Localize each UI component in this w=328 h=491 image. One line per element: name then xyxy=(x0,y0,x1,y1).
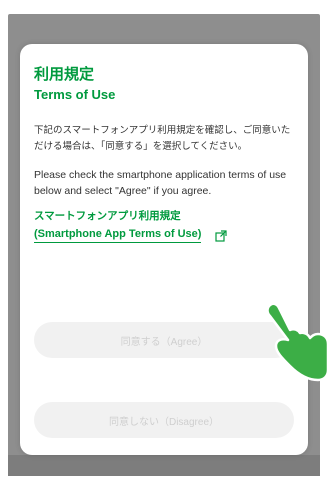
hand-pointer-icon xyxy=(262,300,328,388)
external-link-icon[interactable] xyxy=(215,229,228,242)
terms-dialog: 利用規定 Terms of Use 下記のスマートフォンアプリ利用規定を確認し、… xyxy=(20,44,308,455)
terms-link-en[interactable]: (Smartphone App Terms of Use) xyxy=(34,226,202,243)
terms-link-ja[interactable]: スマートフォンアプリ利用規定 xyxy=(34,209,294,224)
screen: 利用規定 Terms of Use 下記のスマートフォンアプリ利用規定を確認し、… xyxy=(0,0,328,491)
instruction-text-ja: 下記のスマートフォンアプリ利用規定を確認し、ご同意いただける場合は、「同意する」… xyxy=(34,125,291,152)
terms-link-en-row[interactable]: (Smartphone App Terms of Use) xyxy=(34,226,294,243)
dialog-title-en: Terms of Use xyxy=(34,87,116,102)
instruction-text-en: Please check the smartphone application … xyxy=(34,169,287,197)
terms-link-group[interactable]: スマートフォンアプリ利用規定 (Smartphone App Terms of … xyxy=(34,209,294,243)
agree-button[interactable]: 同意する（Agree） xyxy=(34,322,294,358)
backdrop-bottom-strip xyxy=(8,455,320,476)
dialog-title-ja: 利用規定 xyxy=(34,66,95,83)
disagree-button[interactable]: 同意しない（Disagree） xyxy=(34,402,294,438)
